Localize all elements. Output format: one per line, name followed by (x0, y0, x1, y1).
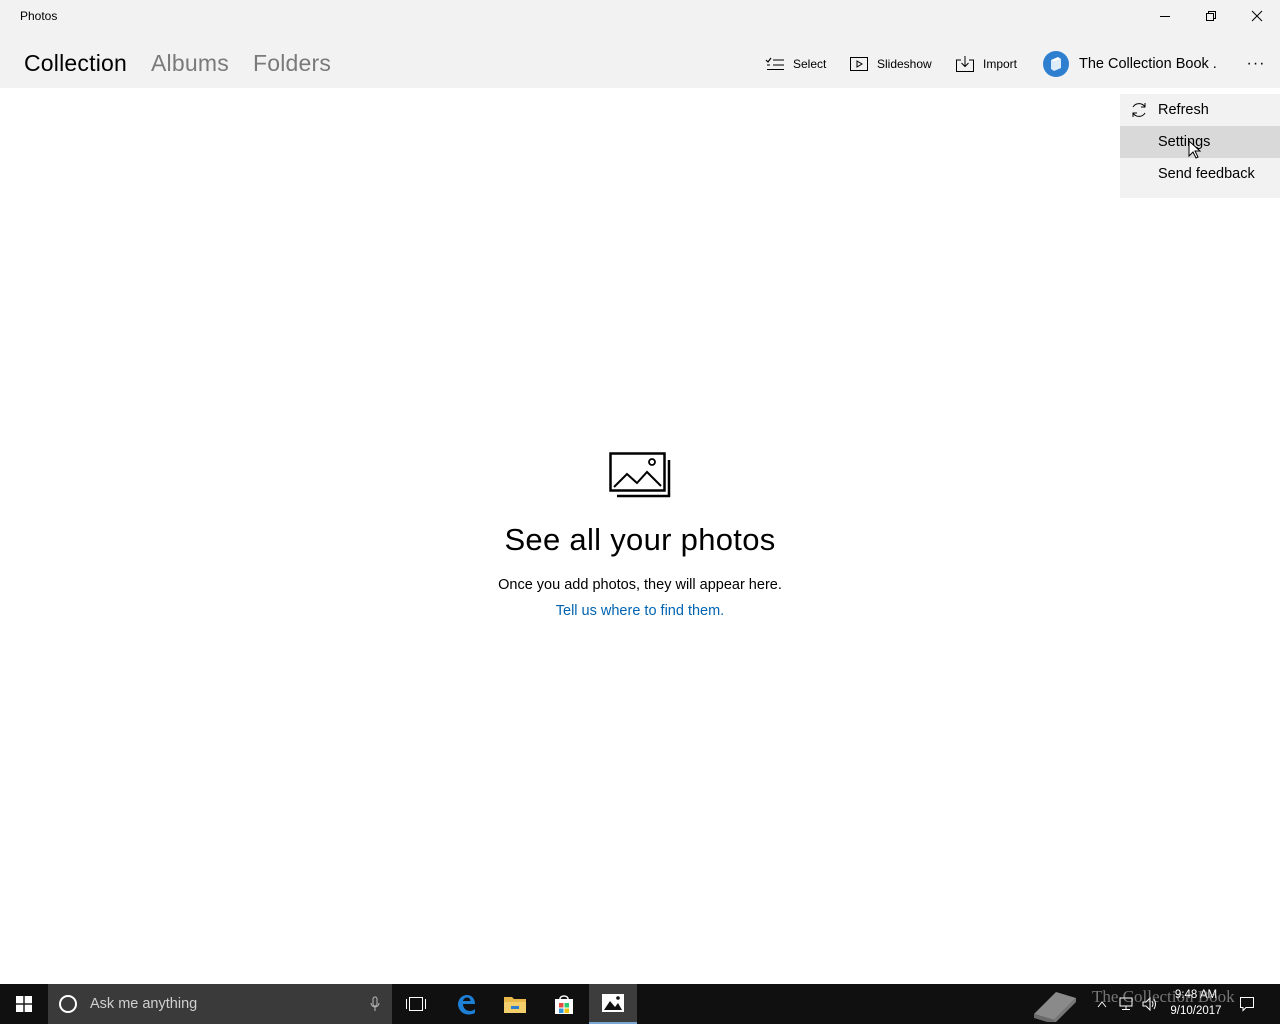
minimize-icon (1160, 16, 1170, 17)
menu-item-refresh[interactable]: Refresh (1120, 94, 1280, 126)
import-icon (955, 55, 975, 73)
restore-button[interactable] (1188, 0, 1234, 32)
app-header: Collection Albums Folders Select Slidesh… (0, 34, 1280, 88)
task-view-button[interactable] (392, 984, 440, 1024)
menu-item-send-feedback[interactable]: Send feedback (1120, 158, 1280, 190)
photos-app-button[interactable] (589, 984, 637, 1024)
checklist-icon (765, 55, 785, 73)
minimize-button[interactable] (1142, 0, 1188, 32)
select-label: Select (793, 57, 827, 71)
action-center-button[interactable] (1236, 984, 1258, 1024)
import-button[interactable]: Import (955, 54, 1017, 74)
microphone-icon[interactable] (370, 996, 380, 1012)
find-photos-link[interactable]: Tell us where to find them. (0, 603, 1280, 619)
empty-state-subtitle: Once you add photos, they will appear he… (498, 577, 782, 593)
refresh-icon (1132, 103, 1146, 117)
collection-book-tray-icon[interactable] (1028, 984, 1082, 1024)
tab-collection[interactable]: Collection (24, 50, 127, 77)
edge-button[interactable] (442, 984, 490, 1024)
book-icon (1051, 57, 1061, 71)
mouse-cursor-icon (1188, 140, 1202, 159)
tab-albums[interactable]: Albums (151, 50, 229, 77)
close-button[interactable] (1234, 0, 1280, 32)
cortana-search-box[interactable]: Ask me anything (48, 984, 392, 1024)
tab-folders[interactable]: Folders (253, 50, 331, 77)
slideshow-label: Slideshow (877, 57, 932, 71)
menu-item-label: Send feedback (1158, 166, 1255, 182)
file-explorer-button[interactable] (491, 984, 539, 1024)
more-options-button[interactable]: ··· (1240, 52, 1272, 76)
account-name: The Collection Book . (1079, 56, 1217, 72)
search-placeholder: Ask me anything (90, 996, 198, 1012)
menu-item-label: Refresh (1158, 102, 1209, 118)
slideshow-button[interactable]: Slideshow (849, 54, 932, 74)
taskbar: Ask me anything 9:48 AM 9/10/2017 (0, 984, 1280, 1024)
store-button[interactable] (540, 984, 588, 1024)
task-view-icon (406, 997, 426, 1011)
import-label: Import (983, 57, 1018, 71)
avatar (1043, 51, 1069, 77)
start-button[interactable] (0, 984, 48, 1024)
title-bar: Photos (0, 0, 1280, 34)
restore-icon (1206, 11, 1216, 21)
photos-icon (609, 452, 671, 498)
account-button[interactable]: The Collection Book . (1043, 50, 1217, 78)
watermark-text: The Collection Book (1092, 987, 1235, 1006)
edge-icon (458, 995, 475, 1015)
select-button[interactable]: Select (765, 54, 826, 74)
empty-state-title: See all your photos (504, 522, 776, 557)
notification-icon (1240, 997, 1254, 1012)
store-icon (555, 995, 573, 1014)
menu-item-label: Settings (1158, 134, 1211, 150)
cortana-icon (59, 995, 77, 1013)
folder-icon (504, 997, 526, 1013)
slideshow-icon (849, 55, 869, 73)
windows-icon (16, 996, 32, 1012)
app-title: Photos (20, 9, 58, 23)
close-icon (1251, 10, 1263, 22)
photos-app-icon (602, 994, 624, 1012)
book-icon (1034, 992, 1076, 1022)
